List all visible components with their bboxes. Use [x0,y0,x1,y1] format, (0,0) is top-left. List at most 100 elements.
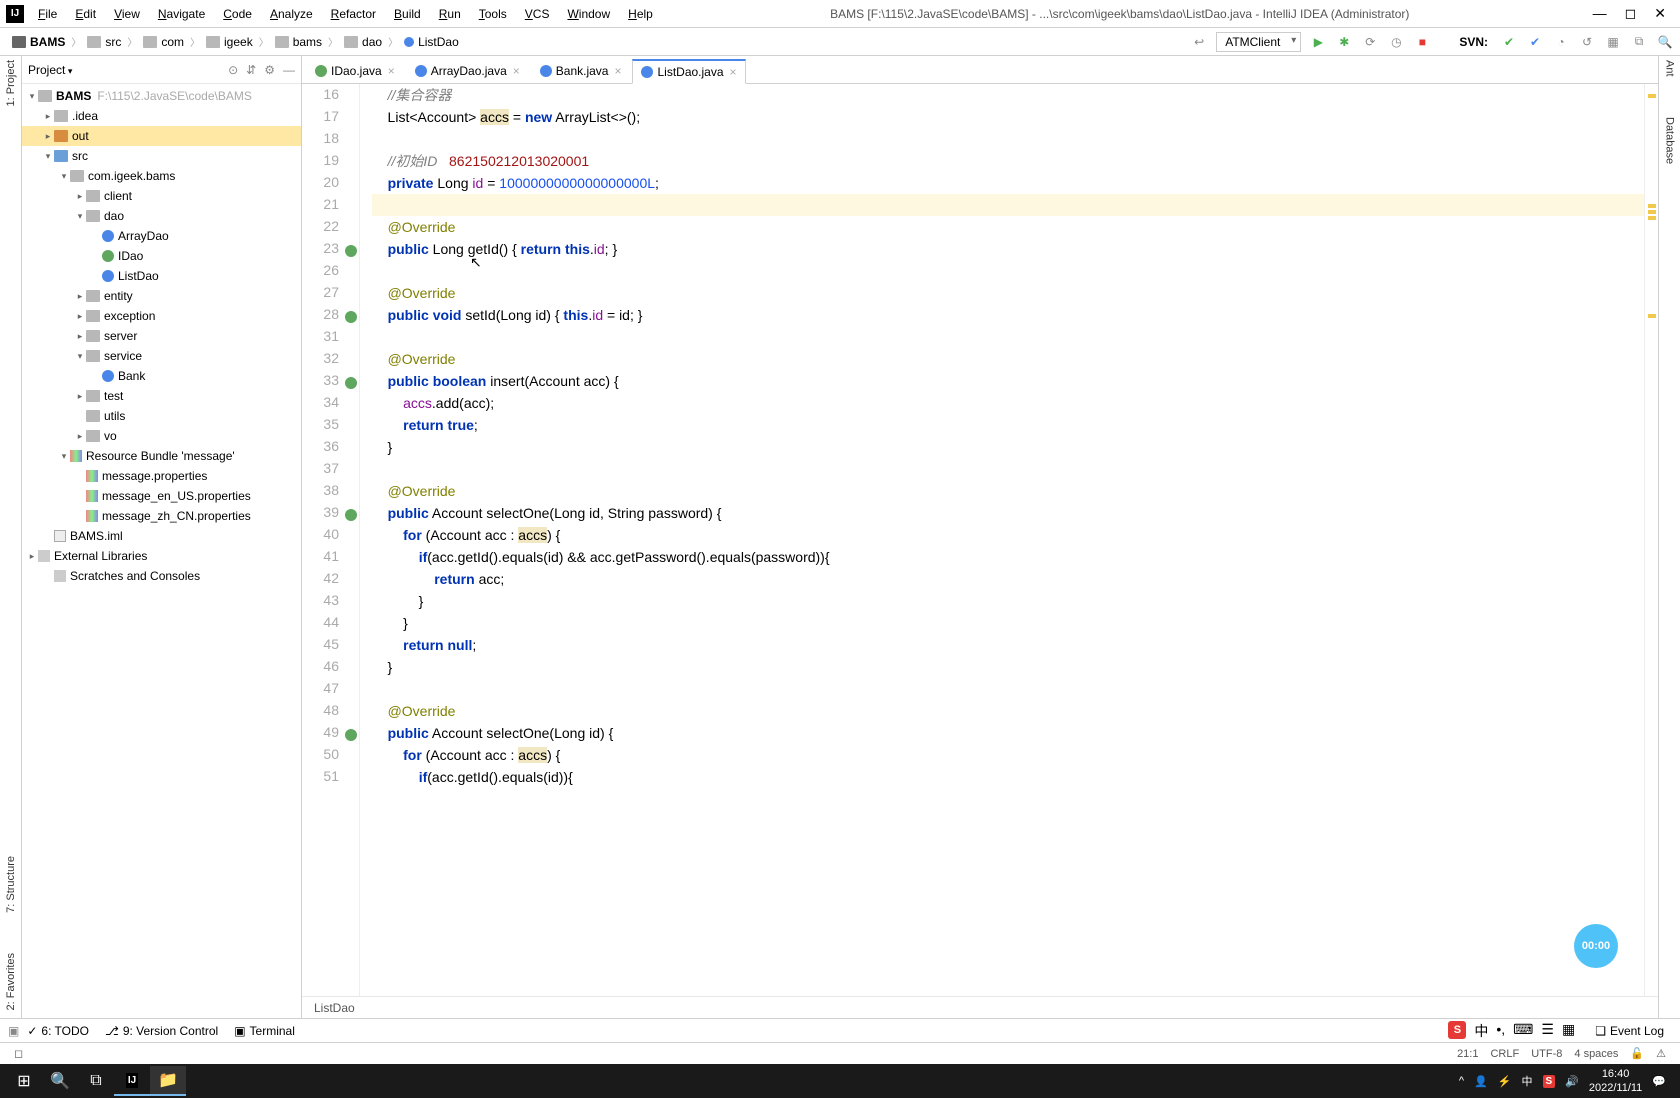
tab-close-icon[interactable]: × [614,64,621,78]
taskview-button[interactable]: ⧉ [78,1066,114,1096]
minimize-button[interactable]: — [1593,5,1607,22]
rail-project-tab[interactable]: 1: Project [5,60,17,106]
tray-expand-icon[interactable]: ^ [1459,1075,1464,1087]
ime-lang-icon[interactable]: 中 [1474,1021,1488,1041]
settings-gear-icon[interactable]: ⚙ [264,63,275,77]
stop-button[interactable]: ■ [1413,33,1431,51]
tree-item-utils[interactable]: utils [22,406,301,426]
tree-item-out[interactable]: ▸out [22,126,301,146]
menu-code[interactable]: Code [215,3,260,25]
menu-refactor[interactable]: Refactor [323,3,384,25]
menu-view[interactable]: View [106,3,148,25]
tray-ime-icon[interactable]: 中 [1522,1073,1533,1089]
rail-ant-tab[interactable]: Ant [1664,60,1676,77]
ime-softkey-icon[interactable]: ⌨ [1513,1021,1533,1041]
menu-file[interactable]: File [30,3,65,25]
breadcrumb-bams[interactable]: bams [269,33,328,51]
line-separator[interactable]: CRLF [1484,1048,1525,1060]
editor-breadcrumb[interactable]: ListDao [302,996,1658,1018]
taskbar-explorer[interactable]: 📁 [150,1066,186,1096]
breadcrumb-dao[interactable]: dao [338,33,388,51]
tab-close-icon[interactable]: × [513,64,520,78]
tray-sogou-icon[interactable]: S [1543,1075,1556,1088]
project-structure-icon[interactable]: ▦ [1604,33,1622,51]
menu-edit[interactable]: Edit [67,3,104,25]
sogou-ime-icon[interactable]: S [1448,1021,1466,1039]
tree-item-service[interactable]: ▾service [22,346,301,366]
tree-item-bams-iml[interactable]: BAMS.iml [22,526,301,546]
profile-button[interactable]: ◷ [1387,33,1405,51]
inspection-icon[interactable]: ⚠ [1650,1047,1672,1060]
tree-item-entity[interactable]: ▸entity [22,286,301,306]
rail-database-tab[interactable]: Database [1664,117,1676,164]
breadcrumb-listdao[interactable]: ListDao [398,33,465,51]
search-button[interactable]: 🔍 [42,1066,78,1096]
tab-close-icon[interactable]: × [730,65,737,79]
tree-item-bams[interactable]: ▾BAMSF:\115\2.JavaSE\code\BAMS [22,86,301,106]
tree-item-arraydao[interactable]: ArrayDao [22,226,301,246]
menu-tools[interactable]: Tools [471,3,515,25]
tray-clock[interactable]: 16:40 2022/11/11 [1589,1067,1642,1095]
taskbar-intellij[interactable]: IJ [114,1066,150,1096]
search-everywhere-icon[interactable]: 🔍 [1656,33,1674,51]
tree-item-exception[interactable]: ▸exception [22,306,301,326]
breadcrumb-src[interactable]: src [81,33,127,51]
tree-item-server[interactable]: ▸server [22,326,301,346]
tree-item-message-en-us-properties[interactable]: message_en_US.properties [22,486,301,506]
breadcrumb-com[interactable]: com [137,33,190,51]
run-config-selector[interactable]: ATMClient [1216,32,1301,52]
tree-item-test[interactable]: ▸test [22,386,301,406]
svn-history-icon[interactable]: ◔ [1552,33,1570,51]
coverage-button[interactable]: ⟳ [1361,33,1379,51]
close-button[interactable]: ✕ [1654,5,1666,22]
back-icon[interactable]: ↩ [1190,33,1208,51]
error-stripe[interactable] [1644,84,1658,996]
menu-navigate[interactable]: Navigate [150,3,213,25]
project-view-selector[interactable]: Project [28,63,72,77]
hide-panel-icon[interactable]: — [283,63,295,77]
rail-favorites-tab[interactable]: 2: Favorites [5,953,17,1010]
ime-settings-icon[interactable]: ☰ [1541,1021,1554,1041]
tab-arraydao[interactable]: ArrayDao.java× [406,59,529,83]
project-tree[interactable]: ▾BAMSF:\115\2.JavaSE\code\BAMS▸.idea▸out… [22,84,301,1018]
tab-close-icon[interactable]: × [388,64,395,78]
menu-window[interactable]: Window [559,3,618,25]
menu-run[interactable]: Run [431,3,469,25]
ime-punct-icon[interactable]: •, [1496,1021,1505,1041]
tree-item--idea[interactable]: ▸.idea [22,106,301,126]
tray-power-icon[interactable]: ⚡ [1498,1075,1512,1088]
tree-item-listdao[interactable]: ListDao [22,266,301,286]
tray-people-icon[interactable]: 👤 [1474,1075,1488,1088]
tab-listdao[interactable]: ListDao.java× [632,59,745,84]
system-tray[interactable]: ^ 👤 ⚡ 中 S 🔊 16:40 2022/11/11 💬 [1459,1067,1674,1095]
run-button[interactable]: ▶ [1309,33,1327,51]
tree-item-dao[interactable]: ▾dao [22,206,301,226]
tree-item-src[interactable]: ▾src [22,146,301,166]
file-encoding[interactable]: UTF-8 [1525,1048,1568,1060]
settings-icon[interactable]: ⧉ [1630,33,1648,51]
tree-item-message-properties[interactable]: message.properties [22,466,301,486]
svn-revert-icon[interactable]: ↺ [1578,33,1596,51]
tab-idao[interactable]: IDao.java× [306,59,404,83]
breadcrumb-igeek[interactable]: igeek [200,33,259,51]
rail-structure-tab[interactable]: 7: Structure [5,856,17,913]
tray-notifications-icon[interactable]: 💬 [1652,1075,1666,1088]
tree-item-scratches-and-consoles[interactable]: Scratches and Consoles [22,566,301,586]
status-icon[interactable]: ◻ [8,1047,29,1060]
tree-item-com-igeek-bams[interactable]: ▾com.igeek.bams [22,166,301,186]
todo-tab[interactable]: ✓6: TODO [19,1024,97,1038]
terminal-tab[interactable]: ▣Terminal [226,1024,303,1038]
timer-badge[interactable]: 00:00 [1574,924,1618,968]
collapse-all-icon[interactable]: ⇵ [246,63,256,77]
maximize-button[interactable]: ◻ [1625,5,1637,22]
tree-item-client[interactable]: ▸client [22,186,301,206]
code-editor[interactable]: //集合容器 List<Account> accs = new ArrayLis… [360,84,1644,996]
tree-item-message-zh-cn-properties[interactable]: message_zh_CN.properties [22,506,301,526]
caret-position[interactable]: 21:1 [1451,1048,1484,1060]
ime-menu-icon[interactable]: ▦ [1562,1021,1575,1041]
breadcrumb-bams[interactable]: BAMS [6,33,71,51]
tree-item-resource-bundle-message-[interactable]: ▾Resource Bundle 'message' [22,446,301,466]
start-button[interactable]: ⊞ [6,1066,42,1096]
tree-item-bank[interactable]: Bank [22,366,301,386]
svn-commit-icon[interactable]: ✔ [1500,33,1518,51]
